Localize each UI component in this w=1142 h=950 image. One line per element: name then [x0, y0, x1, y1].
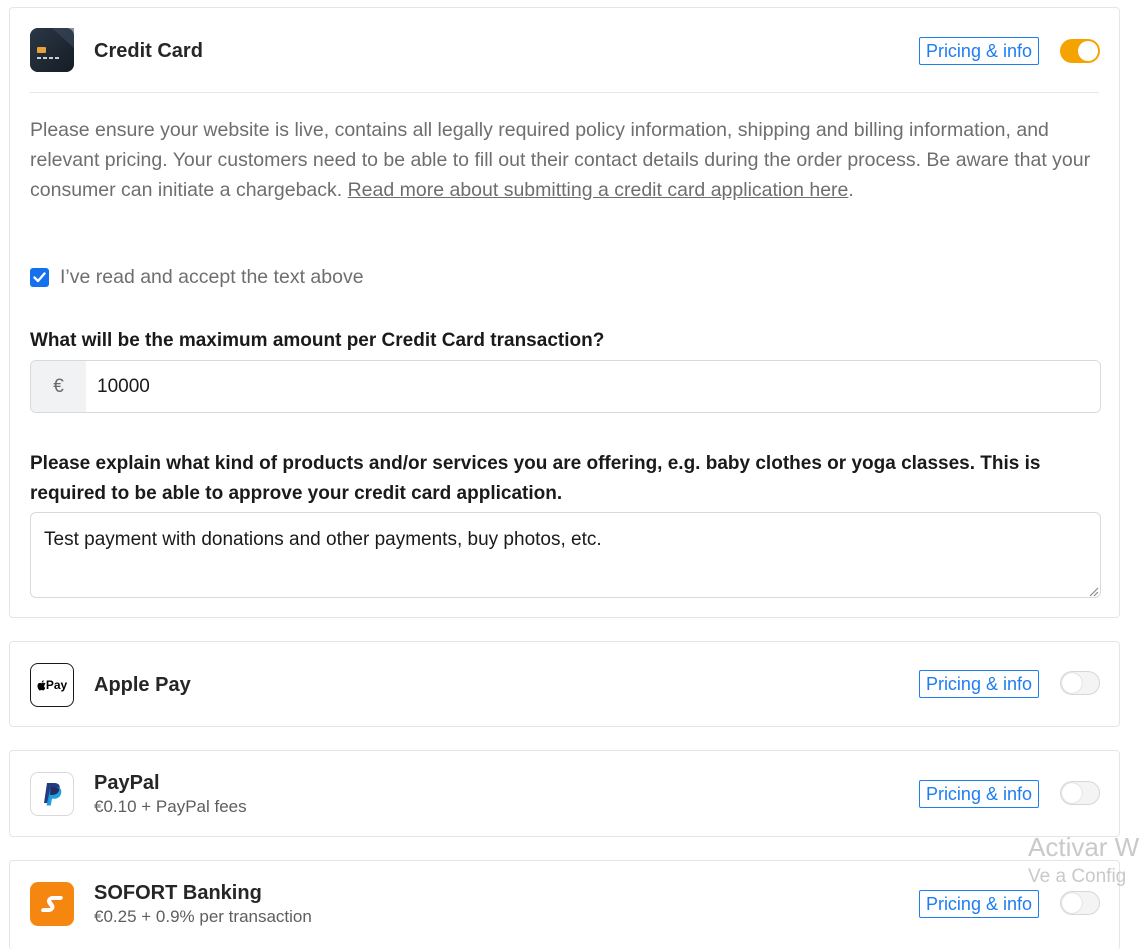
toggle-knob [1062, 783, 1082, 803]
notice-end: . [848, 179, 854, 201]
apple-pay-title: Apple Pay [94, 674, 191, 696]
paypal-toggle[interactable] [1060, 781, 1100, 805]
check-icon [33, 272, 46, 283]
sofort-icon [30, 882, 74, 926]
products-textarea[interactable]: Test payment with donations and other pa… [30, 512, 1101, 598]
resize-grip-icon[interactable] [1087, 585, 1099, 597]
apple-pay-icon: Pay [30, 663, 74, 707]
paypal-subtitle: €0.10 + PayPal fees [94, 797, 247, 816]
apple-pay-icon-text: Pay [45, 678, 68, 692]
accept-label: I’ve read and accept the text above [60, 266, 364, 288]
sofort-section: SOFORT Banking €0.25 + 0.9% per transact… [9, 860, 1120, 950]
sofort-subtitle: €0.25 + 0.9% per transaction [94, 907, 312, 926]
credit-card-title: Credit Card [94, 40, 203, 62]
paypal-section: PayPal €0.10 + PayPal fees Pricing & inf… [9, 750, 1120, 837]
sofort-toggle[interactable] [1060, 891, 1100, 915]
products-question: Please explain what kind of products and… [30, 453, 1041, 504]
activation-watermark-line1: Activar W [1028, 832, 1140, 862]
apple-pay-section: Pay Apple Pay Pricing & info [9, 641, 1120, 727]
toggle-knob [1062, 893, 1082, 913]
credit-card-icon [30, 28, 74, 72]
accept-checkbox[interactable] [30, 268, 49, 287]
toggle-knob [1062, 673, 1082, 693]
max-amount-question: What will be the maximum amount per Cred… [30, 330, 605, 351]
sofort-title: SOFORT Banking [94, 882, 262, 904]
sofort-pricing-button[interactable]: Pricing & info [918, 890, 1039, 918]
activation-watermark-line2: Ve a Config [1028, 866, 1127, 887]
credit-card-notice: Please ensure your website is live, cont… [30, 115, 1102, 205]
toggle-knob [1078, 41, 1098, 61]
credit-card-pricing-button[interactable]: Pricing & info [918, 37, 1039, 65]
accept-row[interactable]: I’ve read and accept the text above [30, 266, 364, 289]
paypal-pricing-button[interactable]: Pricing & info [918, 780, 1039, 808]
currency-symbol: € [31, 361, 86, 412]
credit-card-header: Credit Card Pricing & info [10, 8, 1119, 92]
apple-pay-toggle[interactable] [1060, 671, 1100, 695]
apple-logo-icon [37, 679, 46, 690]
read-more-link[interactable]: Read more about submitting a credit card… [348, 179, 849, 201]
credit-card-toggle[interactable] [1060, 39, 1100, 63]
divider [30, 92, 1099, 93]
apple-pay-pricing-button[interactable]: Pricing & info [918, 670, 1039, 698]
credit-card-section: Credit Card Pricing & info Please ensure… [9, 7, 1120, 618]
paypal-icon [30, 772, 74, 816]
max-amount-input[interactable] [86, 361, 1100, 412]
paypal-title: PayPal [94, 772, 160, 794]
max-amount-field: € [30, 360, 1101, 413]
